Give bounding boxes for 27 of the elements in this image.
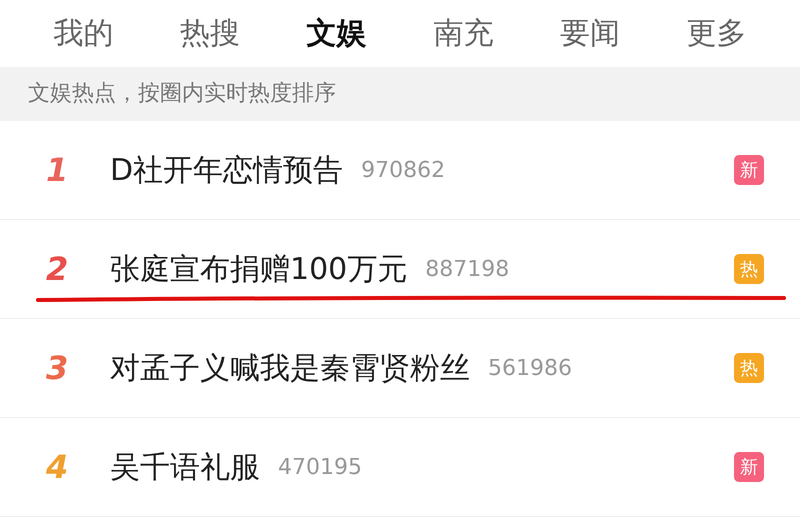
list-row[interactable]: 2 张庭宣布捐赠100万元 887198 热	[0, 220, 800, 319]
tab[interactable]: 南充	[433, 10, 494, 56]
section-header: 文娱热点，按圈内实时热度排序	[0, 66, 800, 121]
heat-count: 887198	[425, 256, 510, 284]
topic-title[interactable]: D社开年恋情预告	[110, 148, 344, 192]
tab[interactable]: 我的	[53, 10, 114, 56]
tab[interactable]: 文娱	[306, 10, 367, 56]
badge: 新	[734, 155, 764, 185]
heat-count: 970862	[361, 156, 446, 184]
topic-title[interactable]: 张庭宣布捐赠100万元	[110, 246, 408, 292]
rank-number: 1	[46, 150, 70, 191]
list-row[interactable]: 4 吴千语礼服 470195 新	[0, 418, 800, 517]
list-row[interactable]: 3 对孟子义喊我是秦霄贤粉丝 561986 热	[0, 319, 800, 418]
badge: 热	[734, 353, 764, 383]
rank-number: 3	[46, 348, 70, 389]
topic-title[interactable]: 吴千语礼服	[110, 444, 260, 490]
heat-count: 470195	[278, 454, 362, 482]
heat-count: 561986	[488, 354, 572, 382]
rank-number: 2	[46, 249, 70, 290]
badge: 热	[734, 254, 764, 284]
topic-title[interactable]: 对孟子义喊我是秦霄贤粉丝	[110, 346, 470, 390]
tab[interactable]: 要闻	[560, 10, 620, 56]
tab[interactable]: 更多	[686, 10, 747, 56]
tab[interactable]: 热搜	[180, 10, 240, 56]
rank-number: 4	[46, 447, 70, 488]
list-row[interactable]: 1 D社开年恋情预告 970862 新	[0, 121, 800, 220]
badge: 新	[734, 452, 764, 482]
